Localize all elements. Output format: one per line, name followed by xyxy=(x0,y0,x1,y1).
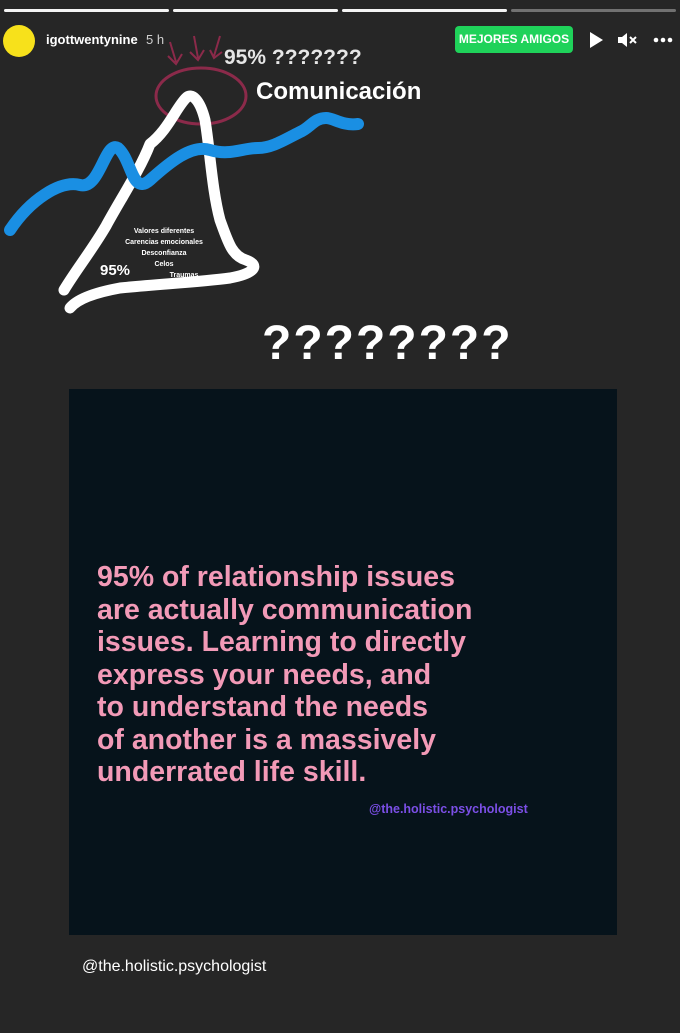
arrow-doodle xyxy=(189,35,205,62)
mention-caption[interactable]: @the.holistic.psychologist xyxy=(82,958,266,976)
quote-line: are actually communication xyxy=(97,593,473,626)
arrow-doodle xyxy=(209,35,223,60)
quote-line: underrated life skill. xyxy=(97,756,367,788)
quote-line: to understand the needs xyxy=(97,691,428,723)
issues-list-item: Valores diferentes xyxy=(133,228,195,235)
quote-line: of another is a massively xyxy=(97,723,436,756)
quote-line: express your needs, and xyxy=(97,658,432,691)
quote-card: 95% of relationship issues are actually … xyxy=(69,389,617,935)
quote-line: 95% of relationship issues xyxy=(97,561,455,593)
communication-label: Comunicación xyxy=(256,78,422,105)
arrow-doodle xyxy=(167,41,183,66)
percent-small-label: 95% xyxy=(100,262,131,279)
issues-list-item: Carencias emocionales xyxy=(125,239,203,246)
quote-credit: @the.holistic.psychologist xyxy=(369,802,528,816)
waterline-doodle xyxy=(4,112,364,236)
issues-list-item: Desconfianza xyxy=(141,250,187,257)
question-marks: ???????? xyxy=(262,317,513,370)
percent-label: 95% ??????? xyxy=(224,46,362,69)
quote-text: 95% of relationship issues are actually … xyxy=(97,561,607,789)
quote-line: issues. Learning to directly xyxy=(97,626,467,658)
